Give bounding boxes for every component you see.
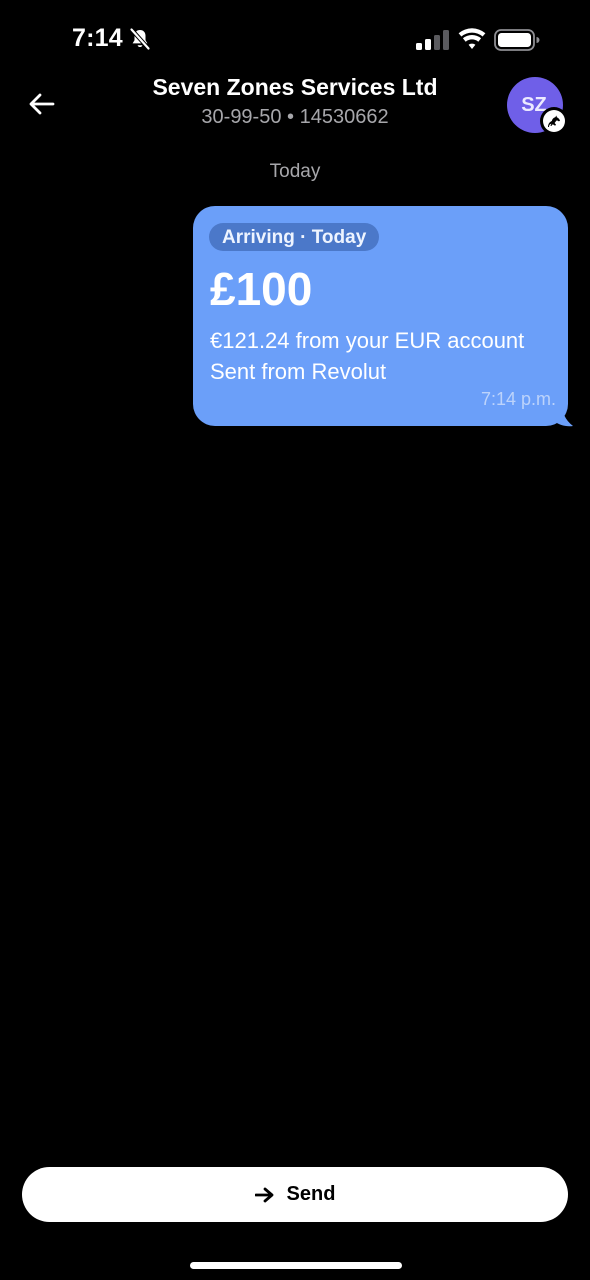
payment-source-text: €121.24 from your EUR account [210, 328, 525, 353]
payment-status-badge: Arriving · Today [209, 223, 380, 251]
payment-message-bubble[interactable]: Arriving · Today £100 €121.24 from your … [193, 206, 568, 426]
message-timestamp: 7:14 p.m. [480, 389, 556, 409]
status-time: 7:14 [72, 24, 123, 52]
signal-icon [416, 30, 449, 50]
bank-badge [540, 107, 568, 135]
status-bar: 7:14 [0, 0, 590, 80]
bell-off-icon [129, 27, 151, 51]
home-indicator [190, 1262, 402, 1269]
bank-horse-icon [548, 115, 560, 127]
send-button-label: Send [286, 1183, 336, 1205]
back-button[interactable] [22, 84, 62, 124]
payment-sent-from-text: Sent from Revolut [210, 359, 387, 384]
payment-amount: £100 [210, 263, 313, 315]
recipient-name: Seven Zones Services Ltd [152, 74, 438, 100]
send-button[interactable]: Send [22, 1167, 568, 1222]
arrow-right-icon [254, 1187, 273, 1202]
recipient-account-details: 30-99-50 • 14530662 [201, 106, 389, 128]
arrow-left-icon [29, 93, 55, 115]
battery-icon [494, 29, 540, 51]
wifi-icon [458, 28, 486, 49]
date-separator: Today [269, 161, 321, 182]
